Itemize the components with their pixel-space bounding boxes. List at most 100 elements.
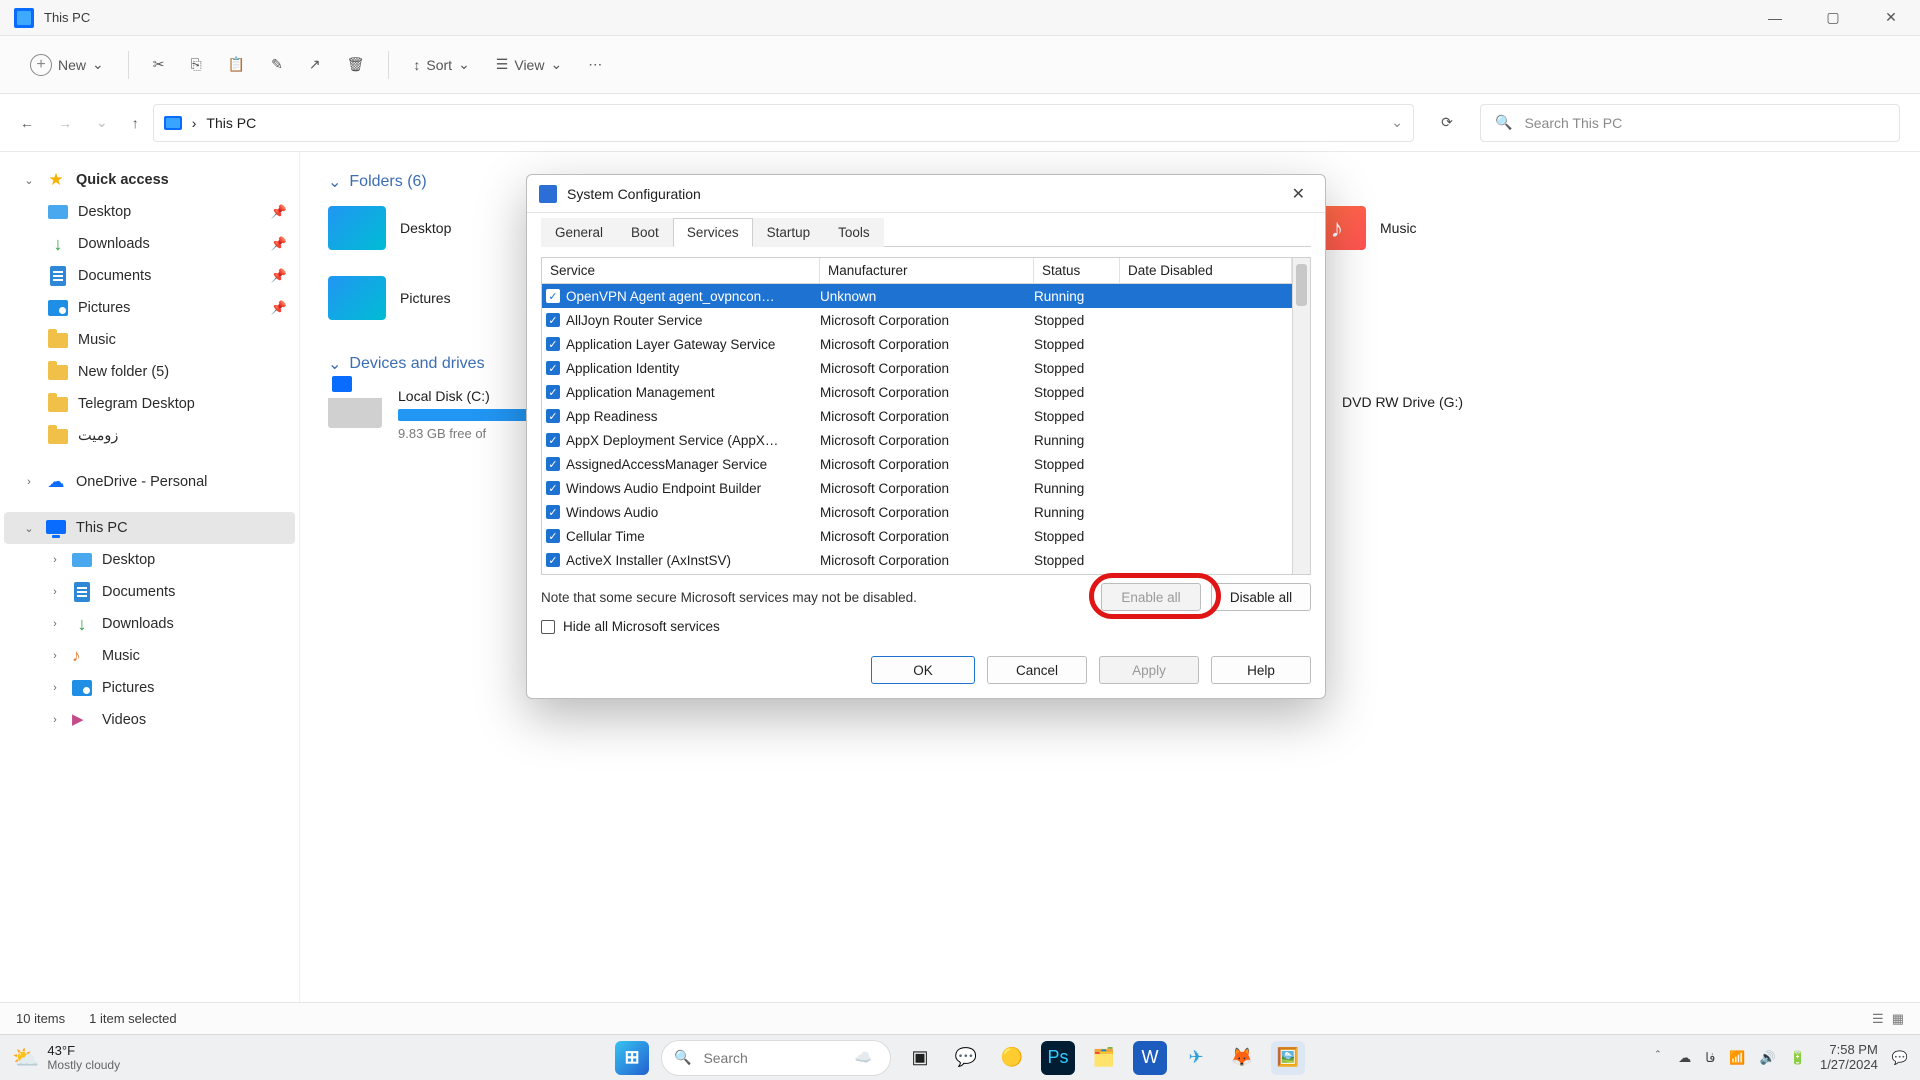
sidebar-thispc[interactable]: ⌄This PC [4, 512, 295, 544]
new-button[interactable]: + New ⌄ [20, 48, 114, 82]
sidebar-item-downloads2[interactable]: ›↓Downloads [4, 608, 295, 640]
chrome-icon[interactable]: 🟡 [995, 1041, 1029, 1075]
up-button[interactable]: ↑ [132, 115, 139, 131]
service-checkbox[interactable]: ✓ [546, 409, 560, 423]
service-row[interactable]: ✓Application IdentityMicrosoft Corporati… [542, 356, 1292, 380]
service-row[interactable]: ✓Windows Audio Endpoint BuilderMicrosoft… [542, 476, 1292, 500]
service-checkbox[interactable]: ✓ [546, 361, 560, 375]
service-row[interactable]: ✓Windows AudioMicrosoft CorporationRunni… [542, 500, 1292, 524]
service-row[interactable]: ✓AllJoyn Router ServiceMicrosoft Corpora… [542, 308, 1292, 332]
notifications-icon[interactable]: 💬 [1892, 1050, 1908, 1066]
service-row[interactable]: ✓App ReadinessMicrosoft CorporationStopp… [542, 404, 1292, 428]
col-service[interactable]: Service [542, 258, 820, 283]
service-row[interactable]: ✓AssignedAccessManager ServiceMicrosoft … [542, 452, 1292, 476]
service-checkbox[interactable]: ✓ [546, 313, 560, 327]
sidebar-item-desktop[interactable]: Desktop📌 [4, 196, 295, 228]
sidebar-item-music2[interactable]: ›♪Music [4, 640, 295, 672]
taskbar-search[interactable]: 🔍 Search ☁️ [661, 1040, 891, 1076]
apply-button[interactable]: Apply [1099, 656, 1199, 684]
sidebar-item-videos2[interactable]: ›▶Videos [4, 704, 295, 736]
services-table[interactable]: Service Manufacturer Status Date Disable… [542, 258, 1292, 574]
col-manufacturer[interactable]: Manufacturer [820, 258, 1034, 283]
service-checkbox[interactable]: ✓ [546, 505, 560, 519]
breadcrumb[interactable]: › This PC ⌄ [153, 104, 1414, 142]
view-button[interactable]: ☰ View ⌄ [486, 50, 572, 79]
paste-button[interactable]: 📋 [218, 50, 255, 79]
sidebar-quick-access[interactable]: ⌄★ Quick access [4, 164, 295, 196]
word-icon[interactable]: W [1133, 1041, 1167, 1075]
sidebar-item-telegram[interactable]: Telegram Desktop [4, 388, 295, 420]
copy-button[interactable]: ⎘ [180, 50, 211, 79]
close-button[interactable]: ✕ [1862, 0, 1920, 36]
service-checkbox[interactable]: ✓ [546, 433, 560, 447]
services-scrollbar[interactable] [1292, 258, 1310, 574]
sidebar-item-newfolder[interactable]: New folder (5) [4, 356, 295, 388]
sort-button[interactable]: ↕ Sort ⌄ [403, 50, 479, 79]
start-button[interactable]: ⊞ [615, 1041, 649, 1075]
sidebar-item-downloads[interactable]: ↓Downloads📌 [4, 228, 295, 260]
folder-music[interactable]: Music [1308, 206, 1608, 250]
language-indicator[interactable]: فا [1705, 1050, 1715, 1066]
sidebar-item-documents2[interactable]: ›Documents [4, 576, 295, 608]
sidebar-item-desktop2[interactable]: ›Desktop [4, 544, 295, 576]
enable-all-button[interactable]: Enable all [1101, 583, 1201, 611]
sidebar-item-music[interactable]: Music [4, 324, 295, 356]
back-button[interactable]: ← [20, 115, 34, 131]
sidebar-item-pictures[interactable]: Pictures📌 [4, 292, 295, 324]
service-row[interactable]: ✓AppX Deployment Service (AppX…Microsoft… [542, 428, 1292, 452]
service-row[interactable]: ✓Application Layer Gateway ServiceMicros… [542, 332, 1292, 356]
service-checkbox[interactable]: ✓ [546, 337, 560, 351]
tab-services[interactable]: Services [673, 218, 753, 247]
delete-button[interactable]: 🗑 [337, 50, 375, 79]
taskbar-weather[interactable]: ⛅ 43°F Mostly cloudy [12, 1043, 120, 1072]
cancel-button[interactable]: Cancel [987, 656, 1087, 684]
rename-button[interactable]: ✎ [261, 50, 293, 79]
tray-chevron-icon[interactable]: ＾ [1651, 1048, 1664, 1067]
service-checkbox[interactable]: ✓ [546, 385, 560, 399]
tab-startup[interactable]: Startup [753, 218, 825, 247]
volume-icon[interactable]: 🔊 [1760, 1050, 1776, 1066]
telegram-icon[interactable]: ✈ [1179, 1041, 1213, 1075]
service-checkbox[interactable]: ✓ [546, 481, 560, 495]
teams-icon[interactable]: 💬 [949, 1041, 983, 1075]
thumbnails-view-icon[interactable]: ▦ [1892, 1011, 1904, 1027]
col-status[interactable]: Status [1034, 258, 1120, 283]
sidebar-onedrive[interactable]: ›☁OneDrive - Personal [4, 466, 295, 498]
details-view-icon[interactable]: ☰ [1872, 1011, 1884, 1027]
help-button[interactable]: Help [1211, 656, 1311, 684]
cut-button[interactable]: ✂ [143, 50, 175, 79]
sidebar-item-documents[interactable]: Documents📌 [4, 260, 295, 292]
minimize-button[interactable]: ― [1746, 0, 1804, 36]
firefox-icon[interactable]: 🦊 [1225, 1041, 1259, 1075]
chevron-down-icon[interactable]: ⌄ [1391, 114, 1403, 131]
tab-boot[interactable]: Boot [617, 218, 673, 247]
crumb-thispc[interactable]: This PC [206, 115, 256, 131]
disable-all-button[interactable]: Disable all [1211, 583, 1311, 611]
forward-button[interactable]: → [58, 115, 72, 131]
hide-ms-checkbox[interactable] [541, 620, 555, 634]
explorer-icon[interactable]: 🗂️ [1087, 1041, 1121, 1075]
service-row[interactable]: ✓Application ManagementMicrosoft Corpora… [542, 380, 1292, 404]
service-checkbox[interactable]: ✓ [546, 529, 560, 543]
wifi-icon[interactable]: 📶 [1729, 1050, 1745, 1066]
sidebar-item-zoomit[interactable]: زومیت [4, 420, 295, 452]
share-button[interactable]: ↗ [299, 50, 331, 79]
service-row[interactable]: ✓OpenVPN Agent agent_ovpncon…UnknownRunn… [542, 284, 1292, 308]
ok-button[interactable]: OK [871, 656, 975, 684]
taskview-button[interactable]: ▣ [903, 1041, 937, 1075]
service-checkbox[interactable]: ✓ [546, 289, 560, 303]
tab-general[interactable]: General [541, 218, 617, 247]
sidebar-item-pictures2[interactable]: ›Pictures [4, 672, 295, 704]
more-button[interactable]: ⋯ [578, 50, 612, 79]
service-checkbox[interactable]: ✓ [546, 553, 560, 567]
onedrive-tray-icon[interactable]: ☁ [1678, 1050, 1691, 1066]
taskbar-clock[interactable]: 7:58 PM 1/27/2024 [1820, 1043, 1878, 1073]
battery-icon[interactable]: 🔋 [1790, 1050, 1806, 1066]
refresh-button[interactable]: ⟳ [1428, 104, 1466, 142]
tab-tools[interactable]: Tools [824, 218, 884, 247]
recent-dropdown[interactable]: ⌄ [96, 114, 108, 131]
maximize-button[interactable]: ▢ [1804, 0, 1862, 36]
app-icon[interactable]: 🖼️ [1271, 1041, 1305, 1075]
service-row[interactable]: ✓Cellular TimeMicrosoft CorporationStopp… [542, 524, 1292, 548]
dialog-close-button[interactable]: ✕ [1284, 180, 1313, 208]
